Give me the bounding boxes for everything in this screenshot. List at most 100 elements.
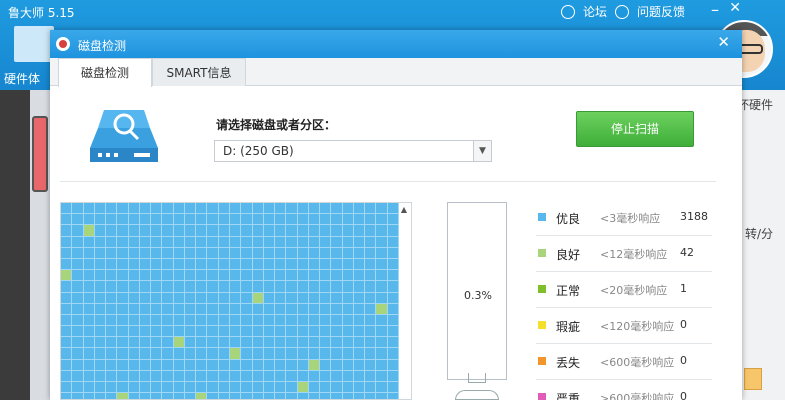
sector-cell	[184, 225, 197, 237]
hardware-monitor-icon[interactable]	[14, 26, 54, 62]
sector-cell-good	[229, 348, 242, 360]
sector-cell	[342, 270, 354, 282]
sector-cell	[308, 270, 321, 282]
sector-cell	[83, 337, 95, 349]
sector-cell	[139, 370, 152, 382]
legend-count: 3188	[680, 210, 708, 223]
sector-cell	[297, 303, 309, 315]
sector-cell	[263, 247, 276, 259]
legend-name: 正常	[556, 284, 581, 298]
sector-cell	[207, 337, 219, 349]
hardware-tab-label[interactable]: 硬件体	[4, 70, 40, 87]
minimize-icon[interactable]: –	[711, 0, 719, 19]
sector-cell	[353, 348, 366, 360]
sector-cell	[151, 348, 163, 360]
sector-cell	[196, 247, 208, 259]
sector-cell	[72, 382, 84, 394]
sector-cell	[72, 393, 84, 399]
sector-cell	[94, 393, 107, 399]
legend-name: 丢失	[556, 356, 581, 370]
sector-cell	[61, 370, 73, 382]
close-icon[interactable]: ✕	[717, 33, 730, 51]
sector-cell	[331, 326, 343, 338]
sector-cell	[308, 326, 321, 338]
sector-cell	[162, 281, 174, 293]
sector-cell	[342, 393, 354, 399]
sector-cell	[275, 348, 287, 360]
sector-cell	[184, 337, 197, 349]
select-disk-label: 请选择磁盘或者分区：	[216, 118, 337, 132]
scan-grid	[61, 203, 399, 399]
sector-cell	[286, 303, 298, 315]
sector-cell	[387, 314, 399, 327]
legend-count: 0	[680, 390, 687, 400]
sector-cell	[365, 281, 377, 293]
tab-smart-info[interactable]: SMART信息	[152, 58, 246, 86]
sector-cell	[275, 258, 287, 271]
sector-cell	[162, 326, 174, 338]
disk-select[interactable]: D: (250 GB) ▼	[214, 140, 492, 162]
legend-name: 优良	[556, 212, 581, 226]
sector-cell	[275, 393, 287, 399]
sector-cell	[106, 225, 118, 237]
forum-link[interactable]: 论坛	[583, 3, 607, 20]
sector-cell	[229, 236, 242, 248]
sector-cell	[162, 258, 174, 271]
feedback-link[interactable]: 问题反馈	[637, 3, 685, 20]
close-app-icon[interactable]: ✕	[729, 0, 741, 16]
sector-cell	[106, 393, 118, 399]
sector-cell	[263, 225, 276, 237]
sector-cell	[275, 382, 287, 394]
sector-cell	[83, 314, 95, 327]
feedback-icon[interactable]	[614, 4, 629, 19]
sector-cell	[151, 258, 163, 271]
sector-cell	[151, 393, 163, 399]
sector-cell	[196, 292, 208, 304]
legend-row: 丢失 <600毫秒响应 0	[536, 344, 712, 380]
sector-cell	[353, 247, 366, 259]
scan-grid-panel: ▲	[60, 202, 412, 400]
sector-cell	[128, 348, 140, 360]
sector-cell	[229, 292, 242, 304]
sector-cell	[263, 281, 276, 293]
legend-row: 正常 <20毫秒响应 1	[536, 272, 712, 308]
sector-cell	[342, 203, 354, 215]
sector-cell	[353, 203, 366, 215]
sector-cell	[117, 326, 129, 338]
sector-cell	[297, 247, 309, 259]
sector-cell	[286, 314, 298, 327]
app-logo-icon	[56, 37, 70, 51]
sector-cell	[387, 236, 399, 248]
sector-cell	[275, 203, 287, 215]
bulb-icon[interactable]	[560, 4, 575, 19]
sector-cell	[162, 203, 174, 215]
sector-cell	[83, 214, 95, 226]
sector-cell	[229, 370, 242, 382]
sector-cell	[184, 382, 197, 394]
sector-cell	[173, 281, 185, 293]
sector-cell	[162, 303, 174, 315]
sector-cell	[184, 247, 197, 259]
chevron-down-icon[interactable]: ▼	[473, 141, 491, 161]
sector-cell	[94, 337, 107, 349]
tab-disk-check[interactable]: 磁盘检测	[58, 58, 152, 87]
sector-cell	[61, 292, 73, 304]
sector-cell	[106, 348, 118, 360]
sector-cell	[263, 203, 276, 215]
stop-scan-button[interactable]: 停止扫描	[576, 111, 694, 147]
sector-cell	[162, 247, 174, 259]
sector-cell	[128, 359, 140, 371]
scroll-up-icon[interactable]: ▲	[399, 205, 409, 215]
sector-cell	[128, 225, 140, 237]
sector-cell	[218, 203, 230, 215]
sector-cell	[342, 214, 354, 226]
legend-count: 42	[680, 246, 694, 259]
sector-cell	[252, 247, 264, 259]
sector-cell	[376, 281, 388, 293]
sector-cell	[353, 225, 366, 237]
sector-cell	[94, 314, 107, 327]
sector-cell	[241, 270, 253, 282]
sector-cell	[331, 247, 343, 259]
sector-cell	[83, 303, 95, 315]
sector-cell	[117, 203, 129, 215]
